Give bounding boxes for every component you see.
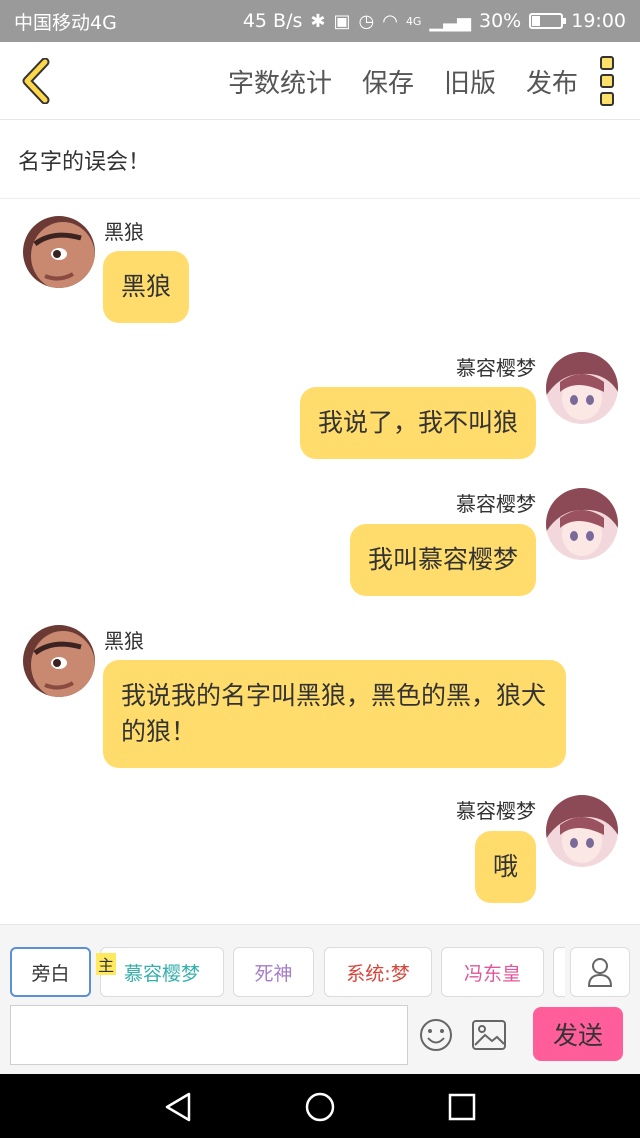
emoji-button[interactable] <box>418 1017 454 1053</box>
chevron-left-icon <box>22 58 50 104</box>
avatar-murong-yingmeng[interactable] <box>546 352 618 424</box>
sender-name: 黑狼 <box>104 629 144 653</box>
publish-button[interactable]: 发布 <box>526 63 578 100</box>
battery-percent: 30% <box>479 10 522 32</box>
more-vertical-icon <box>600 74 614 88</box>
role-label: 死神 <box>254 962 293 985</box>
message-bubble[interactable]: 哦 <box>474 831 536 903</box>
host-tag: 主 <box>96 953 116 975</box>
bluetooth-icon: ✱ <box>310 10 326 32</box>
role-item-partial[interactable] <box>553 947 565 997</box>
avatar-murong-yingmeng-image <box>546 488 618 560</box>
story-title[interactable]: 名字的误会！ <box>0 121 640 199</box>
chat-area[interactable]: 黑狼 黑狼 慕容樱梦 我说了，我不叫狼 慕容樱梦 我叫慕容樱梦 黑狼 我说我的名… <box>0 200 640 924</box>
clock: 19:00 <box>571 10 626 32</box>
role-label: 冯东皇 <box>463 962 521 985</box>
avatar-black-wolf[interactable] <box>23 216 95 288</box>
square-recent-icon[interactable] <box>445 1090 479 1124</box>
role-item[interactable]: 系统:梦 <box>324 947 432 997</box>
triangle-back-icon[interactable] <box>161 1090 195 1124</box>
save-button[interactable]: 保存 <box>362 63 414 100</box>
carrier-label: 中国移动4G <box>14 11 117 34</box>
word-count-button[interactable]: 字数统计 <box>228 63 332 100</box>
wifi-icon: ◠ <box>382 10 398 32</box>
sender-name: 慕容樱梦 <box>456 492 536 516</box>
more-button[interactable] <box>596 56 618 106</box>
user-icon <box>587 958 613 987</box>
avatar-murong-yingmeng[interactable] <box>546 488 618 560</box>
message-bubble[interactable]: 我说了，我不叫狼 <box>299 387 536 459</box>
status-right: 45 B/s ✱ ▣ ◷ ◠ 4G ▁▃▅ 30% 19:00 <box>243 10 626 32</box>
add-role-button[interactable] <box>570 947 630 997</box>
story-title-text: 名字的误会！ <box>18 149 151 175</box>
message-bubble[interactable]: 黑狼 <box>103 251 190 323</box>
avatar-murong-yingmeng[interactable] <box>546 795 618 867</box>
role-label: 旁白 <box>31 962 70 985</box>
avatar-murong-yingmeng-image <box>546 795 618 867</box>
role-label: 慕容樱梦 <box>123 962 200 985</box>
network-type: 4G <box>405 14 422 28</box>
message-bubble[interactable]: 我叫慕容樱梦 <box>349 524 536 596</box>
status-bar: 中国移动4G 45 B/s ✱ ▣ ◷ ◠ 4G ▁▃▅ 30% 19:00 <box>0 0 640 42</box>
avatar-black-wolf-image <box>23 625 95 697</box>
back-button[interactable] <box>14 56 58 106</box>
navigation-bar <box>0 1074 640 1138</box>
emoji-icon <box>420 1019 452 1051</box>
alarm-icon: ◷ <box>358 10 375 32</box>
more-vertical-icon <box>600 56 614 70</box>
message-bubble[interactable]: 我说我的名字叫黑狼，黑色的黑，狼犬的狼！ <box>103 660 566 768</box>
editor-header: 字数统计 保存 旧版 发布 <box>0 42 640 120</box>
network-speed: 45 B/s <box>242 10 303 32</box>
role-item[interactable]: 慕容樱梦 <box>100 947 224 997</box>
more-vertical-icon <box>600 92 614 106</box>
composer: 旁白 慕容樱梦 死神 系统:梦 冯东皇 主 发送 <box>0 924 640 1074</box>
message-input[interactable] <box>10 1005 408 1065</box>
role-narration[interactable]: 旁白 <box>10 947 91 997</box>
battery-fill <box>532 16 541 26</box>
image-button[interactable] <box>470 1017 508 1053</box>
send-button[interactable]: 发送 <box>533 1007 623 1061</box>
role-item[interactable]: 死神 <box>233 947 314 997</box>
image-icon <box>472 1020 506 1050</box>
sender-name: 慕容樱梦 <box>456 356 536 380</box>
old-version-button[interactable]: 旧版 <box>444 63 496 100</box>
header-actions: 字数统计 保存 旧版 发布 <box>228 42 578 120</box>
avatar-black-wolf[interactable] <box>23 625 95 697</box>
avatar-black-wolf-image <box>23 216 95 288</box>
circle-home-icon[interactable] <box>303 1090 337 1124</box>
role-label: 系统:梦 <box>346 962 410 985</box>
sender-name: 慕容樱梦 <box>456 799 536 823</box>
nfc-icon: ▣ <box>333 10 351 32</box>
avatar-murong-yingmeng-image <box>546 352 618 424</box>
sender-name: 黑狼 <box>104 220 144 244</box>
signal-icon: ▁▃▅ <box>429 10 471 32</box>
battery-icon <box>529 13 567 29</box>
role-item[interactable]: 冯东皇 <box>441 947 544 997</box>
